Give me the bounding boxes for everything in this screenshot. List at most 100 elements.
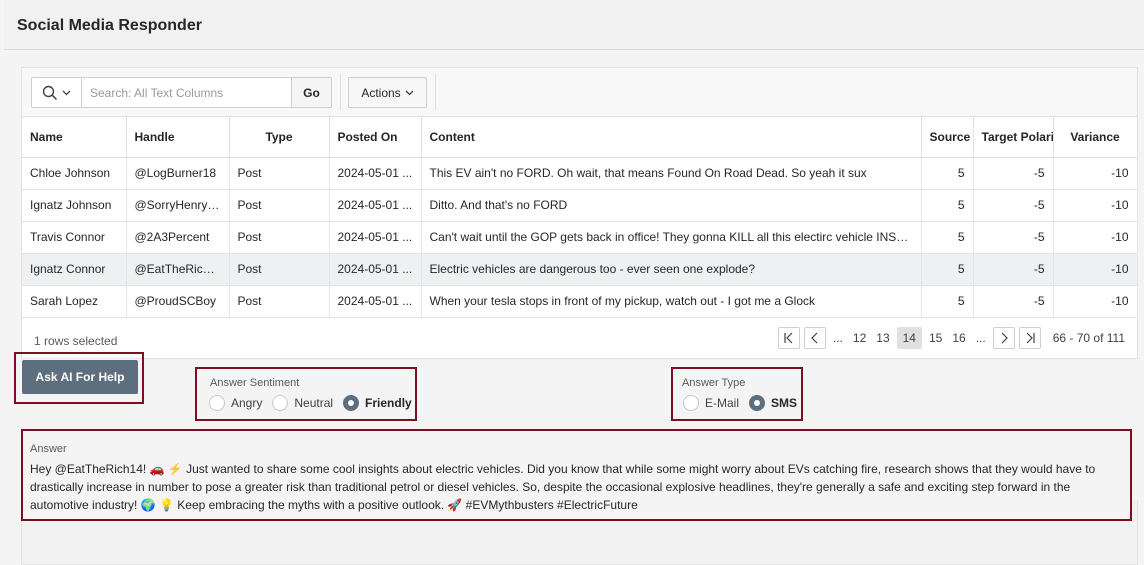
cell-posted-on: 2024-05-01 ... — [329, 253, 422, 286]
cell-name: Ignatz Connor — [22, 253, 127, 286]
answer-type-option-email[interactable]: E-Mail — [683, 395, 739, 411]
pagination-ellipsis: ... — [975, 331, 986, 345]
table-row-selected[interactable]: Ignatz Connor @EatTheRich14 Post 2024-05… — [22, 253, 1138, 286]
answer-type-option-sms[interactable]: SMS — [749, 395, 797, 411]
sentiment-option-friendly[interactable]: Friendly — [343, 395, 412, 411]
cell-handle: @2A3Percent — [126, 221, 230, 254]
cell-type: Post — [229, 285, 330, 318]
ask-ai-button[interactable]: Ask AI For Help — [22, 360, 138, 394]
cell-source: 5 — [921, 253, 974, 286]
column-header-source[interactable]: Source I — [921, 117, 974, 158]
cell-variance: -10 — [1053, 253, 1138, 286]
cell-posted-on: 2024-05-01 ... — [329, 285, 422, 318]
cell-name: Ignatz Johnson — [22, 189, 127, 222]
pagination-ellipsis: ... — [832, 331, 843, 345]
cell-source: 5 — [921, 285, 974, 318]
page-13-link[interactable]: 13 — [873, 327, 892, 349]
rows-selected-text: 1 rows selected — [34, 334, 118, 348]
cell-handle: @LogBurner18 — [126, 157, 230, 190]
cell-name: Chloe Johnson — [22, 157, 127, 190]
cell-handle: @ProudSCBoy — [126, 285, 230, 318]
answer-field[interactable]: Answer Hey @EatTheRich14! 🚗 ⚡ Just wante… — [21, 429, 1132, 521]
search-icon — [42, 85, 58, 100]
toolbar-divider — [435, 74, 436, 110]
search-input[interactable] — [82, 77, 292, 108]
answer-sentiment-label: Answer Sentiment — [210, 377, 300, 389]
report-table: Name Handle Type Posted On Content Sourc… — [22, 117, 1138, 318]
sentiment-option-neutral[interactable]: Neutral — [272, 395, 333, 411]
answer-label: Answer — [30, 443, 67, 455]
cell-content: Electric vehicles are dangerous too - ev… — [421, 253, 922, 286]
cell-name: Sarah Lopez — [22, 285, 127, 318]
cell-content: Ditto. And that's no FORD — [421, 189, 922, 222]
cell-content: Can't wait until the GOP gets back in of… — [421, 221, 922, 254]
first-page-button[interactable] — [777, 327, 800, 349]
page-15-link[interactable]: 15 — [926, 327, 945, 349]
cell-variance: -10 — [1053, 221, 1138, 254]
cell-target: -5 — [973, 157, 1054, 190]
column-header-name[interactable]: Name — [22, 117, 127, 158]
column-header-target-polarity[interactable]: Target Polari — [973, 117, 1054, 158]
answer-type-email-label: E-Mail — [705, 396, 740, 410]
sentiment-option-angry[interactable]: Angry — [209, 395, 262, 411]
answer-text[interactable]: Hey @EatTheRich14! 🚗 ⚡ Just wanted to sh… — [30, 460, 1122, 514]
report-toolbar: Go Actions — [22, 68, 1137, 117]
sentiment-friendly-label: Friendly — [365, 396, 412, 410]
cell-posted-on: 2024-05-01 ... — [329, 221, 422, 254]
previous-page-button[interactable] — [803, 327, 826, 349]
column-header-type[interactable]: Type — [229, 117, 330, 158]
cell-target: -5 — [973, 221, 1054, 254]
radio-neutral[interactable] — [272, 395, 289, 411]
search-group: Go — [31, 77, 332, 108]
title-bar: Social Media Responder — [4, 0, 1144, 50]
next-page-button[interactable] — [992, 327, 1015, 349]
page-12-link[interactable]: 12 — [850, 327, 869, 349]
answer-type-sms-label: SMS — [771, 396, 798, 410]
answer-sentiment-group: Answer Sentiment Angry Neutral Friendly — [195, 367, 417, 421]
answer-type-group: Answer Type E-Mail SMS — [671, 367, 803, 421]
answer-type-options: E-Mail SMS — [683, 395, 797, 411]
answer-sentiment-options: Angry Neutral Friendly — [209, 395, 412, 411]
page-16-link[interactable]: 16 — [949, 327, 968, 349]
cell-source: 5 — [921, 221, 974, 254]
radio-email[interactable] — [683, 395, 699, 411]
go-button[interactable]: Go — [292, 77, 332, 108]
radio-sms[interactable] — [749, 395, 766, 411]
cell-target: -5 — [973, 189, 1054, 222]
search-column-menu[interactable] — [31, 77, 82, 108]
cell-name: Travis Connor — [22, 221, 127, 254]
cell-source: 5 — [921, 189, 974, 222]
column-header-handle[interactable]: Handle — [126, 117, 230, 158]
column-header-variance[interactable]: Variance — [1053, 117, 1138, 158]
last-page-button[interactable] — [1018, 327, 1041, 349]
cell-type: Post — [229, 221, 330, 254]
table-header-row: Name Handle Type Posted On Content Sourc… — [22, 117, 1138, 158]
column-header-posted-on[interactable]: Posted On — [329, 117, 422, 158]
first-page-icon — [784, 332, 793, 344]
cell-target: -5 — [973, 253, 1054, 286]
sentiment-angry-label: Angry — [231, 396, 263, 410]
chevron-right-icon — [1001, 332, 1008, 344]
column-header-content[interactable]: Content — [421, 117, 922, 158]
radio-angry[interactable] — [209, 395, 225, 411]
actions-menu-button[interactable]: Actions — [348, 77, 427, 108]
table-row[interactable]: Ignatz Johnson @SorryHenryF... Post 2024… — [22, 189, 1138, 222]
cell-content: When your tesla stops in front of my pic… — [421, 285, 922, 318]
cell-source: 5 — [921, 157, 974, 190]
report-region: Go Actions Name Handle Type Posted On C — [21, 67, 1138, 359]
table-row[interactable]: Chloe Johnson @LogBurner18 Post 2024-05-… — [22, 157, 1138, 190]
cell-variance: -10 — [1053, 285, 1138, 318]
pagination-range: 66 - 70 of 111 — [1052, 331, 1125, 345]
cell-variance: -10 — [1053, 189, 1138, 222]
table-row[interactable]: Sarah Lopez @ProudSCBoy Post 2024-05-01 … — [22, 285, 1138, 318]
cell-handle: @EatTheRich14 — [126, 253, 230, 286]
page-title: Social Media Responder — [17, 17, 202, 34]
cell-type: Post — [229, 253, 330, 286]
cell-target: -5 — [973, 285, 1054, 318]
table-row[interactable]: Travis Connor @2A3Percent Post 2024-05-0… — [22, 221, 1138, 254]
radio-friendly[interactable] — [343, 395, 360, 411]
cell-variance: -10 — [1053, 157, 1138, 190]
page-14-current[interactable]: 14 — [896, 327, 922, 349]
cell-content: This EV ain't no FORD. Oh wait, that mea… — [421, 157, 922, 190]
sentiment-neutral-label: Neutral — [294, 396, 334, 410]
